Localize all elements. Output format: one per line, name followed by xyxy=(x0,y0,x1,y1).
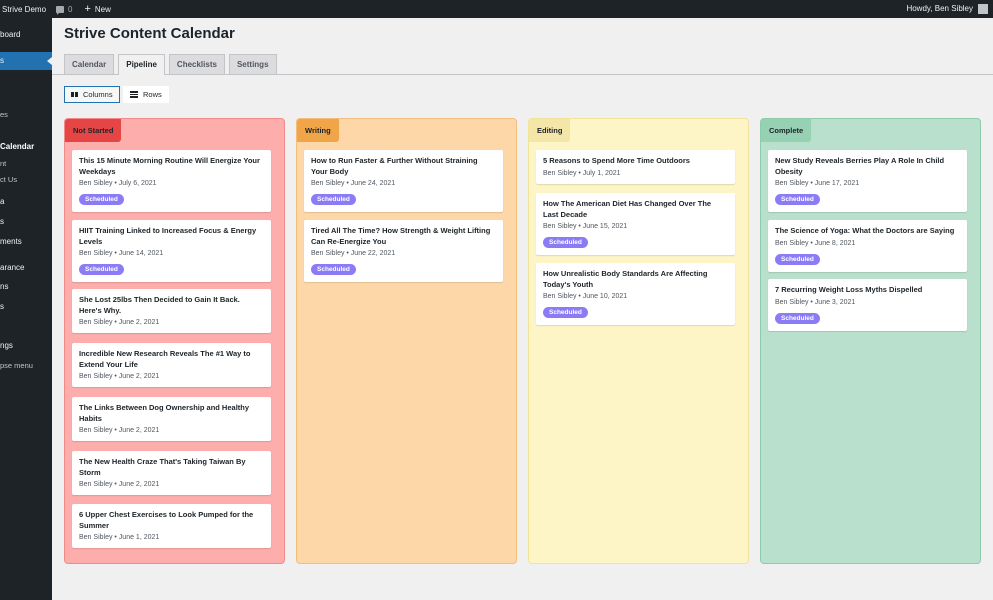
pipeline-column-editing: Editing 5 Reasons to Spend More Time Out… xyxy=(528,118,749,564)
tab-checklists[interactable]: Checklists xyxy=(168,54,225,74)
comment-bubble-icon xyxy=(56,5,65,15)
rows-icon xyxy=(130,91,138,98)
sidebar-item-comments[interactable]: ments xyxy=(0,237,52,246)
post-card[interactable]: 5 Reasons to Spend More Time Outdoors Be… xyxy=(536,150,735,184)
nav-tabs: Calendar Pipeline Checklists Settings xyxy=(64,54,277,75)
column-header: Not Started xyxy=(65,119,122,142)
new-label: New xyxy=(94,4,111,14)
columns-icon xyxy=(71,92,78,97)
status-badge: Scheduled xyxy=(543,307,588,318)
sidebar-collapse-menu[interactable]: pse menu xyxy=(0,361,52,370)
sidebar-item-content[interactable]: nt xyxy=(0,159,52,168)
rows-view-button[interactable]: Rows xyxy=(123,86,169,103)
post-title: How The American Diet Has Changed Over T… xyxy=(543,199,712,219)
sidebar-item-plugins[interactable]: ns xyxy=(0,282,52,291)
post-card[interactable]: Incredible New Research Reveals The #1 W… xyxy=(72,343,271,387)
sidebar-item-pages[interactable]: s xyxy=(0,217,52,226)
pipeline-column-complete: Complete New Study Reveals Berries Play … xyxy=(760,118,981,564)
sidebar-item-contact-us[interactable]: ct Us xyxy=(0,175,52,184)
status-badge: Scheduled xyxy=(311,194,356,205)
sidebar-item-users[interactable]: s xyxy=(0,302,52,311)
post-meta: Ben Sibley • July 1, 2021 xyxy=(543,169,621,177)
post-card[interactable]: The Links Between Dog Ownership and Heal… xyxy=(72,397,271,441)
tab-settings[interactable]: Settings xyxy=(228,54,277,74)
post-title: 6 Upper Chest Exercises to Look Pumped f… xyxy=(79,510,254,530)
column-header: Complete xyxy=(761,119,812,142)
columns-view-button[interactable]: Columns xyxy=(64,86,120,103)
post-meta: Ben Sibley • June 8, 2021 xyxy=(775,239,856,247)
post-title: The Links Between Dog Ownership and Heal… xyxy=(79,403,250,423)
status-badge: Scheduled xyxy=(775,312,820,324)
post-meta: Ben Sibley • June 14, 2021 xyxy=(79,250,164,257)
status-badge: Scheduled xyxy=(775,194,820,205)
post-card[interactable]: HIIT Training Linked to Increased Focus … xyxy=(72,220,271,282)
pipeline-column-writing: Writing How to Run Faster & Further With… xyxy=(296,118,517,564)
status-badge: Scheduled xyxy=(775,253,820,265)
post-card[interactable]: The New Health Craze That's Taking Taiwa… xyxy=(72,451,271,495)
tab-pipeline[interactable]: Pipeline xyxy=(118,54,165,75)
post-card[interactable]: 6 Upper Chest Exercises to Look Pumped f… xyxy=(72,504,271,548)
rows-view-label: Rows xyxy=(143,90,162,99)
sidebar-item-appearance[interactable]: arance xyxy=(0,263,52,272)
sidebar-item-settings[interactable]: ngs xyxy=(0,341,52,350)
avatar[interactable] xyxy=(978,4,988,14)
post-meta: Ben Sibley • June 3, 2021 xyxy=(775,298,856,306)
column-header: Editing xyxy=(529,119,571,142)
page-title: Strive Content Calendar xyxy=(64,25,235,42)
post-meta: Ben Sibley • June 22, 2021 xyxy=(311,250,396,257)
sidebar-item-categories[interactable]: es xyxy=(0,110,52,119)
status-badge: Scheduled xyxy=(311,264,356,275)
post-meta: Ben Sibley • July 6, 2021 xyxy=(79,180,157,187)
post-title: Incredible New Research Reveals The #1 W… xyxy=(79,349,251,369)
admin-sidebar: board s es Calendar nt ct Us a s ments a… xyxy=(0,18,52,600)
post-title: 7 Recurring Weight Loss Myths Dispelled xyxy=(775,285,923,294)
post-title: 5 Reasons to Spend More Time Outdoors xyxy=(543,156,690,165)
sidebar-item-calendar[interactable]: Calendar xyxy=(0,142,52,151)
post-card[interactable]: How Unrealistic Body Standards Are Affec… xyxy=(536,263,735,325)
post-title: HIIT Training Linked to Increased Focus … xyxy=(79,226,257,246)
post-card[interactable]: How to Run Faster & Further Without Stra… xyxy=(304,150,503,212)
pipeline-column-not-started: Not Started This 15 Minute Morning Routi… xyxy=(64,118,285,564)
post-meta: Ben Sibley • June 15, 2021 xyxy=(543,223,628,230)
post-meta: Ben Sibley • June 2, 2021 xyxy=(79,373,160,380)
status-badge: Scheduled xyxy=(79,194,124,205)
comment-count: 0 xyxy=(68,4,73,14)
post-meta: Ben Sibley • June 2, 2021 xyxy=(79,427,160,434)
post-meta: Ben Sibley • June 1, 2021 xyxy=(79,534,160,541)
post-title: New Study Reveals Berries Play A Role In… xyxy=(775,156,945,176)
post-card[interactable]: The Science of Yoga: What the Doctors ar… xyxy=(768,220,967,272)
sidebar-item-dashboard[interactable]: board xyxy=(0,30,52,39)
status-badge: Scheduled xyxy=(543,237,588,248)
column-header: Writing xyxy=(297,119,339,142)
comments-link[interactable]: 0 xyxy=(56,4,73,15)
post-title: The New Health Craze That's Taking Taiwa… xyxy=(79,457,246,477)
plus-icon: + xyxy=(84,2,91,15)
post-title: Tired All The Time? How Strength & Weigh… xyxy=(311,226,491,246)
post-meta: Ben Sibley • June 24, 2021 xyxy=(311,180,396,187)
post-title: This 15 Minute Morning Routine Will Ener… xyxy=(79,156,260,176)
post-meta: Ben Sibley • June 17, 2021 xyxy=(775,180,860,187)
post-title: The Science of Yoga: What the Doctors ar… xyxy=(775,226,955,235)
post-meta: Ben Sibley • June 2, 2021 xyxy=(79,319,160,326)
post-title: She Lost 25lbs Then Decided to Gain It B… xyxy=(79,295,240,315)
site-name-link[interactable]: Strive Demo xyxy=(2,5,46,14)
post-card[interactable]: She Lost 25lbs Then Decided to Gain It B… xyxy=(72,289,271,333)
admin-bar: Strive Demo 0 + New Howdy, Ben Sibley xyxy=(0,0,993,18)
post-meta: Ben Sibley • June 2, 2021 xyxy=(79,481,160,488)
post-card[interactable]: This 15 Minute Morning Routine Will Ener… xyxy=(72,150,271,212)
tab-calendar[interactable]: Calendar xyxy=(64,54,115,74)
columns-view-label: Columns xyxy=(83,90,113,99)
post-title: How to Run Faster & Further Without Stra… xyxy=(311,156,478,176)
post-title: How Unrealistic Body Standards Are Affec… xyxy=(543,269,708,289)
post-meta: Ben Sibley • June 10, 2021 xyxy=(543,293,628,300)
status-badge: Scheduled xyxy=(79,264,124,275)
new-content-link[interactable]: + New xyxy=(84,2,111,15)
post-card[interactable]: Tired All The Time? How Strength & Weigh… xyxy=(304,220,503,282)
howdy-user-link[interactable]: Howdy, Ben Sibley xyxy=(906,0,973,18)
sidebar-item-posts[interactable]: s xyxy=(0,52,52,70)
sidebar-item-media[interactable]: a xyxy=(0,197,52,206)
post-card[interactable]: 7 Recurring Weight Loss Myths Dispelled … xyxy=(768,279,967,331)
post-card[interactable]: New Study Reveals Berries Play A Role In… xyxy=(768,150,967,212)
post-card[interactable]: How The American Diet Has Changed Over T… xyxy=(536,193,735,255)
